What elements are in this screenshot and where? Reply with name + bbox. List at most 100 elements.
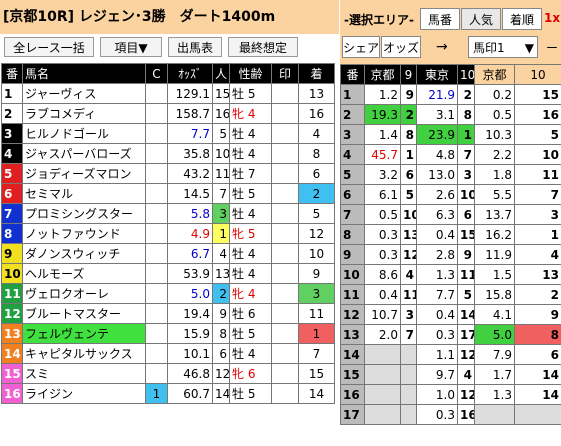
horse-age: 5: [244, 327, 256, 341]
horse-row[interactable]: 13 フェルヴェンテ 15.9 8 牡 5 1: [1, 323, 335, 344]
comparison-row[interactable]: 90.3122.8911.94: [340, 244, 561, 265]
horse-mark[interactable]: [271, 143, 299, 164]
horse-row[interactable]: 2 ラブコメディ 158.7 16 牝 4 16: [1, 103, 335, 124]
race-title: [京都10R] レジェン･3勝 ダート1400m: [3, 9, 276, 25]
tab-ninki[interactable]: 人気: [461, 8, 501, 30]
comparison-row[interactable]: 3 1.4 8 23.9 1 10.3 5: [340, 124, 561, 145]
kyoto-b-rank: [514, 404, 561, 425]
horse-popularity: 10: [212, 143, 230, 164]
horse-row[interactable]: 7 プロミシングスター 5.8 3 牡 4 5: [1, 203, 335, 224]
horse-row[interactable]: 10 ヘルモーズ 53.9 13 牡 4 9: [1, 263, 335, 284]
horse-row[interactable]: 12 ブルートマスター 19.4 9 牡 6 11: [1, 303, 335, 324]
horse-row[interactable]: 8 ノットファウンド 4.9 1 牝 5 12: [1, 223, 335, 244]
horse-odds: 46.8: [167, 363, 213, 384]
horse-mark[interactable]: [271, 83, 299, 104]
horse-odds: 4.9: [167, 223, 213, 244]
comparison-row[interactable]: 14 1.1127.96: [340, 344, 561, 365]
comparison-row[interactable]: 17 0.316: [340, 404, 561, 425]
horse-name: プロミシングスター: [22, 203, 146, 224]
horse-sex: 牡: [232, 167, 245, 181]
tokyo-rank: 10: [457, 184, 475, 205]
comparison-row[interactable]: 1210.730.4144.19: [340, 304, 561, 325]
horse-sex: 牡: [232, 267, 245, 281]
tokyo-value: 1.0: [416, 384, 458, 405]
horse-c: 1: [145, 383, 168, 404]
horse-mark[interactable]: [271, 123, 299, 144]
horse-row[interactable]: 1 ジャーヴィス 129.1 15 牡 5 13: [1, 83, 335, 104]
tokyo-value: 2.8: [416, 244, 458, 265]
horse-number: 4: [1, 143, 23, 164]
horse-popularity: 2: [212, 283, 230, 304]
tab-extra[interactable]: 1x: [544, 11, 560, 25]
kyoto-b-rank: 2: [514, 284, 561, 305]
tokyo-rank: 17: [457, 324, 475, 345]
horse-mark[interactable]: [271, 223, 299, 244]
horse-mark[interactable]: [271, 183, 299, 204]
horse-mark[interactable]: [271, 203, 299, 224]
horse-sex-age: 牡 6: [229, 303, 272, 324]
hdr-kyoto-b: 京都: [474, 64, 515, 85]
horse-mark[interactable]: [271, 303, 299, 324]
kyoto-b-value: 5.0: [474, 324, 515, 345]
kyoto-b-rank: 11: [514, 164, 561, 185]
tokyo-rank: 5: [457, 284, 475, 305]
horse-c: [145, 83, 168, 104]
horse-mark[interactable]: [271, 323, 299, 344]
kyoto-b-value: 5.5: [474, 184, 515, 205]
horse-odds: 15.9: [167, 323, 213, 344]
final-forecast-button[interactable]: 最終想定: [228, 37, 298, 57]
comparison-row[interactable]: 108.641.3111.513: [340, 264, 561, 285]
comparison-row[interactable]: 132.070.3175.08: [340, 324, 561, 345]
horse-mark[interactable]: [271, 283, 299, 304]
comparison-row[interactable]: 16 1.0121.314: [340, 384, 561, 405]
comparison-row[interactable]: 4 45.7 1 4.8 7 2.2 10: [340, 144, 561, 165]
horse-row[interactable]: 5 ジョディーズマロン 43.2 11 牡 7 6: [1, 163, 335, 184]
horse-row[interactable]: 15 スミ 46.8 12 牝 6 15: [1, 363, 335, 384]
comparison-row[interactable]: 70.5106.3613.73: [340, 204, 561, 225]
horse-name: ヘルモーズ: [22, 263, 146, 284]
odds-button[interactable]: オッズ: [381, 36, 421, 58]
comparison-row[interactable]: 2 19.3 2 3.1 8 0.5 16: [340, 104, 561, 125]
comparison-row[interactable]: 1 1.2 9 21.9 2 0.2 15: [340, 84, 561, 105]
horse-mark[interactable]: [271, 103, 299, 124]
tab-bano[interactable]: 馬番: [420, 8, 460, 30]
items-menu-button[interactable]: 項目▼: [100, 37, 162, 57]
horse-mark[interactable]: [271, 363, 299, 384]
comparison-row[interactable]: 80.3130.41516.21: [340, 224, 561, 245]
horse-odds: 5.8: [167, 203, 213, 224]
all-race-button[interactable]: 全レース一括: [4, 37, 94, 57]
horse-row[interactable]: 14 キャピタルサックス 10.1 6 牡 4 7: [1, 343, 335, 364]
horse-row[interactable]: 4 ジャスパーバローズ 35.8 10 牡 48: [1, 143, 335, 164]
hdr-kyoto-a: 京都: [364, 64, 401, 85]
tab-chaku[interactable]: 着順: [502, 8, 542, 30]
share-button[interactable]: シェア: [342, 36, 380, 58]
horse-row[interactable]: 11 ヴェロクオーレ 5.0 2 牝 4 3: [1, 283, 335, 304]
horse-mark[interactable]: [271, 263, 299, 284]
comparison-row[interactable]: 5 3.2 6 13.0 3 1.8 11: [340, 164, 561, 185]
tokyo-value: 13.0: [416, 164, 458, 185]
hdr-tokyo: 東京: [416, 64, 458, 85]
horse-row[interactable]: 9 ダノンスウィッチ 6.7 4 牡 4 10: [1, 243, 335, 264]
race-card-button[interactable]: 出馬表: [168, 37, 222, 57]
horse-age: 7: [244, 167, 256, 181]
horse-name: ヒルノドゴール: [22, 123, 146, 144]
horse-mark[interactable]: [271, 243, 299, 264]
horse-mark[interactable]: [271, 163, 299, 184]
hdr-kyoto-a-rank: 9: [400, 64, 417, 85]
kyoto-b-value: [474, 404, 515, 425]
horse-sex-age: 牡 4: [229, 263, 272, 284]
horse-number: 6: [1, 183, 23, 204]
horse-mark[interactable]: [271, 343, 299, 364]
kyoto-b-value: 7.9: [474, 344, 515, 365]
mark-select[interactable]: 馬印1 ▼: [468, 36, 538, 58]
horse-odds: 19.4: [167, 303, 213, 324]
horse-row[interactable]: 3 ヒルノドゴール 7.7 5 牡 44: [1, 123, 335, 144]
comparison-row[interactable]: 110.4117.7515.82: [340, 284, 561, 305]
comparison-row[interactable]: 66.152.6105.57: [340, 184, 561, 205]
horse-row[interactable]: 16 ライジン 1 60.7 14 牡 5 14: [1, 383, 335, 404]
comparison-row[interactable]: 15 9.7 4 1.7 14: [340, 364, 561, 385]
kyoto-a-rank: 7: [400, 324, 417, 345]
horse-row[interactable]: 6 セミマル 14.5 7 牡 5 2: [1, 183, 335, 204]
horse-odds: 53.9: [167, 263, 213, 284]
horse-mark[interactable]: [271, 383, 299, 404]
